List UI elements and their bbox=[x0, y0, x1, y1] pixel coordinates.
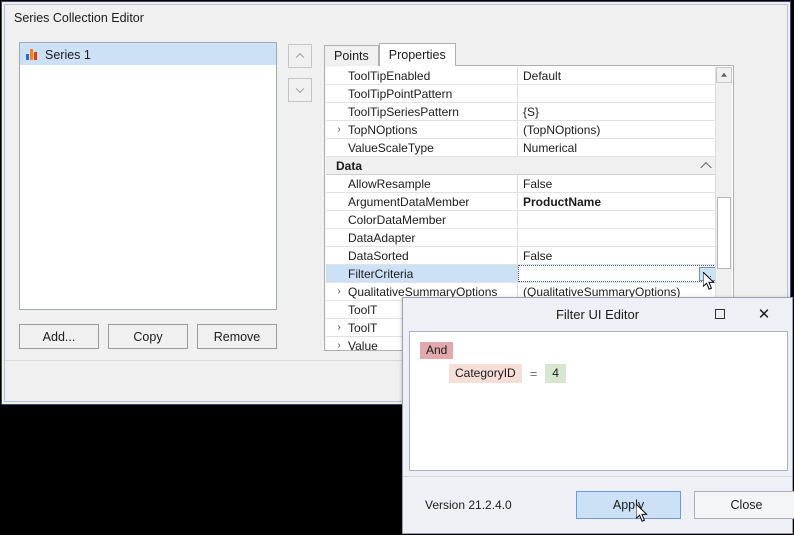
property-name: ColorDataMember bbox=[326, 211, 518, 228]
filter-group-operator[interactable]: And bbox=[420, 342, 454, 359]
version-label: Version 21.2.4.0 bbox=[425, 498, 512, 512]
property-category-row[interactable]: Data bbox=[326, 157, 718, 175]
property-name: TopNOptions bbox=[326, 121, 518, 138]
property-row[interactable]: AllowResample False bbox=[326, 175, 718, 193]
property-row[interactable]: FilterCriteria... bbox=[326, 265, 718, 283]
move-down-button[interactable] bbox=[288, 78, 312, 102]
series-item-label: Series 1 bbox=[45, 47, 91, 62]
property-row[interactable]: ToolTipPointPattern bbox=[326, 85, 718, 103]
maximize-icon[interactable] bbox=[710, 305, 730, 323]
reorder-button-group bbox=[288, 44, 314, 112]
property-name: ToolTipSeriesPattern bbox=[326, 103, 518, 120]
property-value[interactable]: (TopNOptions) bbox=[518, 121, 718, 138]
close-icon[interactable]: ✕ bbox=[754, 305, 774, 323]
window-title: Series Collection Editor bbox=[14, 11, 144, 25]
property-value[interactable]: Numerical bbox=[518, 139, 718, 156]
scroll-up-arrow-icon[interactable] bbox=[716, 67, 732, 83]
property-value[interactable] bbox=[518, 211, 718, 228]
tab-properties[interactable]: Properties bbox=[378, 43, 456, 66]
property-value[interactable]: {S} bbox=[518, 103, 718, 120]
move-up-button[interactable] bbox=[288, 44, 312, 68]
filter-field-name[interactable]: CategoryID bbox=[449, 364, 522, 383]
property-name: ArgumentDataMember bbox=[326, 193, 518, 210]
property-value[interactable] bbox=[518, 229, 718, 246]
property-value[interactable]: ... bbox=[518, 265, 718, 282]
filter-operator[interactable]: = bbox=[530, 366, 538, 381]
property-row[interactable]: ValueScaleType Numerical bbox=[326, 139, 718, 157]
expander-icon[interactable]: › bbox=[334, 337, 344, 350]
dialog-titlebar: Filter UI Editor ✕ bbox=[403, 298, 792, 330]
tab-strip: Points Properties bbox=[324, 43, 456, 66]
property-value[interactable] bbox=[518, 157, 718, 174]
property-name: ToolTipEnabled bbox=[326, 67, 518, 84]
property-value[interactable] bbox=[518, 85, 718, 102]
property-row[interactable]: DataAdapter bbox=[326, 229, 718, 247]
property-row[interactable]: ArgumentDataMember ProductName bbox=[326, 193, 718, 211]
property-row[interactable]: ToolTipEnabled Default bbox=[326, 67, 718, 85]
tab-points[interactable]: Points bbox=[324, 45, 379, 66]
property-row[interactable]: › TopNOptions (TopNOptions) bbox=[326, 121, 718, 139]
expander-icon[interactable]: › bbox=[334, 283, 344, 300]
property-row[interactable]: ToolTipSeriesPattern {S} bbox=[326, 103, 718, 121]
property-name: Data bbox=[326, 157, 518, 174]
ellipsis-button[interactable]: ... bbox=[699, 267, 716, 281]
property-name: DataSorted bbox=[326, 247, 518, 264]
add-button[interactable]: Add... bbox=[19, 324, 99, 349]
dialog-title: Filter UI Editor bbox=[555, 307, 640, 322]
property-row[interactable]: ColorDataMember bbox=[326, 211, 718, 229]
filter-condition-row: CategoryID = 4 bbox=[449, 364, 787, 383]
property-name: ValueScaleType bbox=[326, 139, 518, 156]
property-name: AllowResample bbox=[326, 175, 518, 192]
property-value[interactable]: Default bbox=[518, 67, 718, 84]
copy-button[interactable]: Copy bbox=[108, 324, 188, 349]
close-button[interactable]: Close bbox=[694, 491, 794, 519]
expander-icon[interactable]: › bbox=[334, 319, 344, 336]
property-row[interactable]: DataSorted False bbox=[326, 247, 718, 265]
filter-expression-canvas[interactable]: And CategoryID = 4 bbox=[409, 331, 788, 471]
series-list[interactable]: Series 1 bbox=[19, 42, 277, 310]
property-value[interactable]: False bbox=[518, 175, 718, 192]
scrollbar-thumb[interactable] bbox=[717, 197, 731, 269]
filter-value[interactable]: 4 bbox=[545, 364, 566, 383]
property-value[interactable]: False bbox=[518, 247, 718, 264]
bar-chart-icon bbox=[26, 49, 38, 60]
property-name: DataAdapter bbox=[326, 229, 518, 246]
filter-ui-editor-dialog: Filter UI Editor ✕ And CategoryID = 4 Ve… bbox=[402, 297, 794, 534]
property-name: FilterCriteria bbox=[326, 265, 518, 282]
list-action-buttons: Add... Copy Remove bbox=[19, 324, 277, 349]
property-value[interactable]: ProductName bbox=[518, 193, 718, 210]
property-name: ToolTipPointPattern bbox=[326, 85, 518, 102]
expander-icon[interactable]: › bbox=[334, 121, 344, 138]
remove-button[interactable]: Remove bbox=[197, 324, 277, 349]
apply-button[interactable]: Apply bbox=[576, 491, 681, 519]
list-item[interactable]: Series 1 bbox=[20, 43, 276, 65]
dialog-footer: Version 21.2.4.0 Apply Close bbox=[403, 476, 794, 533]
